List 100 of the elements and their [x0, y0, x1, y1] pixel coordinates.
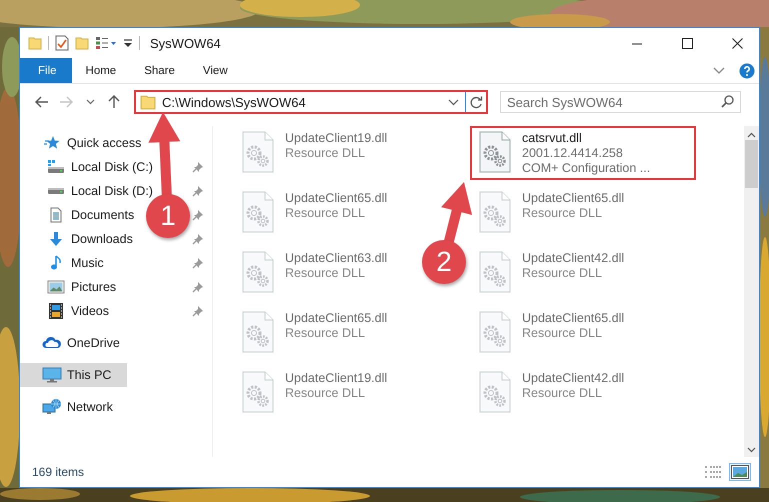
file-item[interactable]: UpdateClient19.dll Resource DLL [233, 126, 396, 180]
dropdown-caret-icon[interactable] [448, 98, 459, 106]
film-icon [48, 302, 64, 320]
file-item[interactable]: UpdateClient42.dll Resource DLL [470, 246, 632, 300]
gear-file-icon [478, 371, 512, 413]
scrollbar-thumb[interactable] [745, 140, 758, 188]
item-count: 169 items [32, 465, 86, 479]
file-name: UpdateClient65.dll [285, 311, 388, 326]
gear-file-icon [241, 131, 275, 173]
file-item[interactable]: UpdateClient65.dll Resource DLL [233, 186, 396, 240]
file-type: Resource DLL [285, 326, 366, 341]
folder-icon [140, 94, 156, 110]
file-type: Resource DLL [522, 386, 603, 401]
gear-file-icon [478, 311, 512, 353]
gear-file-icon [241, 251, 275, 293]
pin-icon[interactable] [192, 281, 204, 293]
file-name: UpdateClient63.dll [285, 251, 388, 266]
recent-locations-icon [86, 99, 94, 105]
view-menu-icon[interactable] [95, 36, 117, 50]
file-type: Resource DLL [285, 266, 366, 281]
file-item[interactable]: UpdateClient65.dll Resource DLL [470, 306, 632, 360]
file-item[interactable]: UpdateClient65.dll Resource DLL [470, 186, 632, 240]
refresh-icon [470, 96, 482, 108]
file-name: UpdateClient65.dll [522, 191, 624, 206]
down-arrow-icon [48, 231, 64, 247]
sidebar-item[interactable]: Pictures [20, 275, 120, 299]
music-note-icon [48, 255, 64, 271]
sidebar-item[interactable]: Music [20, 251, 108, 275]
ribbon-tab[interactable]: Home [72, 58, 130, 83]
details-view-button[interactable] [703, 464, 723, 480]
pin-icon[interactable] [192, 209, 204, 221]
list-icon [704, 465, 722, 479]
document-icon [48, 207, 64, 223]
gear-file-icon [478, 251, 512, 293]
ribbon-tab[interactable]: View [188, 58, 242, 83]
monitor-icon [42, 367, 62, 383]
file-name: UpdateClient65.dll [285, 191, 388, 206]
file-type: Resource DLL [285, 386, 366, 401]
sidebar-item[interactable]: OneDrive [20, 331, 124, 355]
expand-ribbon-icon[interactable] [713, 66, 725, 74]
pin-icon[interactable] [192, 161, 204, 173]
search-field[interactable]: Search SysWOW64 [500, 91, 741, 113]
sidebar-item[interactable]: Videos [20, 299, 113, 323]
file-name: UpdateClient65.dll [522, 311, 624, 326]
gear-file-icon [241, 311, 275, 353]
file-type: Resource DLL [285, 206, 366, 221]
file-type: Resource DLL [522, 326, 603, 341]
file-item[interactable]: UpdateClient65.dll Resource DLL [233, 306, 396, 360]
file-menu-tab[interactable]: File [20, 58, 72, 83]
sidebar-item[interactable]: Local Disk (C:) [20, 155, 157, 179]
file-name: UpdateClient19.dll [285, 131, 388, 146]
sidebar-item[interactable]: Network [20, 395, 117, 419]
picture-icon [731, 465, 749, 479]
ribbon-tab[interactable]: Share [130, 58, 189, 83]
gear-file-icon [478, 191, 512, 233]
highlighted-file-item[interactable]: catsrvut.dll 2001.12.4414.258 COM+ Configuration ... [470, 126, 696, 180]
gear-file-icon [241, 191, 275, 233]
sidebar-item[interactable]: This PC [20, 363, 127, 387]
back-icon [35, 96, 49, 108]
large-icons-view-button[interactable] [729, 463, 751, 481]
picture-icon [47, 279, 65, 295]
up-icon [108, 95, 120, 109]
pin-icon[interactable] [192, 233, 204, 245]
gear-file-icon [241, 371, 275, 413]
customize-caret-icon[interactable] [123, 38, 133, 48]
file-type: Resource DLL [522, 266, 603, 281]
close-icon [732, 38, 742, 48]
file-name: UpdateClient42.dll [522, 371, 624, 386]
file-name: UpdateClient19.dll [285, 371, 388, 386]
file-name: catsrvut.dll [522, 131, 583, 146]
help-icon[interactable] [739, 62, 755, 78]
window-title: SysWOW64 [150, 36, 221, 50]
sidebar-item[interactable]: Documents [20, 203, 138, 227]
search-icon [721, 95, 734, 108]
file-name: UpdateClient42.dll [522, 251, 624, 266]
file-item[interactable]: UpdateClient19.dll Resource DLL [233, 366, 396, 420]
pin-icon[interactable] [192, 305, 204, 317]
sidebar-item[interactable]: Quick access [20, 131, 146, 155]
file-item[interactable]: UpdateClient63.dll Resource DLL [233, 246, 396, 300]
file-description: COM+ Configuration ... [522, 161, 650, 176]
address-bar[interactable]: C:\Windows\SysWOW64 [134, 90, 488, 114]
drive-icon [47, 187, 65, 195]
pin-icon[interactable] [192, 257, 204, 269]
properties-icon[interactable] [55, 35, 69, 51]
pin-icon[interactable] [192, 185, 204, 197]
file-type: Resource DLL [285, 146, 366, 161]
scroll-down-icon[interactable] [747, 447, 756, 453]
scrollbar[interactable] [744, 126, 759, 457]
file-type: Resource DLL [522, 206, 603, 221]
forward-icon [59, 96, 73, 108]
sidebar-item[interactable]: Downloads [20, 227, 137, 251]
drive-icon [47, 159, 65, 175]
maximize-icon [682, 38, 692, 48]
scroll-up-icon[interactable] [747, 132, 756, 138]
file-item[interactable]: UpdateClient42.dll Resource DLL [470, 366, 632, 420]
file-version: 2001.12.4414.258 [522, 146, 624, 161]
network-icon [42, 398, 62, 416]
cloud-icon [42, 336, 62, 350]
star-icon [44, 135, 60, 151]
gear-file-icon [478, 131, 512, 173]
